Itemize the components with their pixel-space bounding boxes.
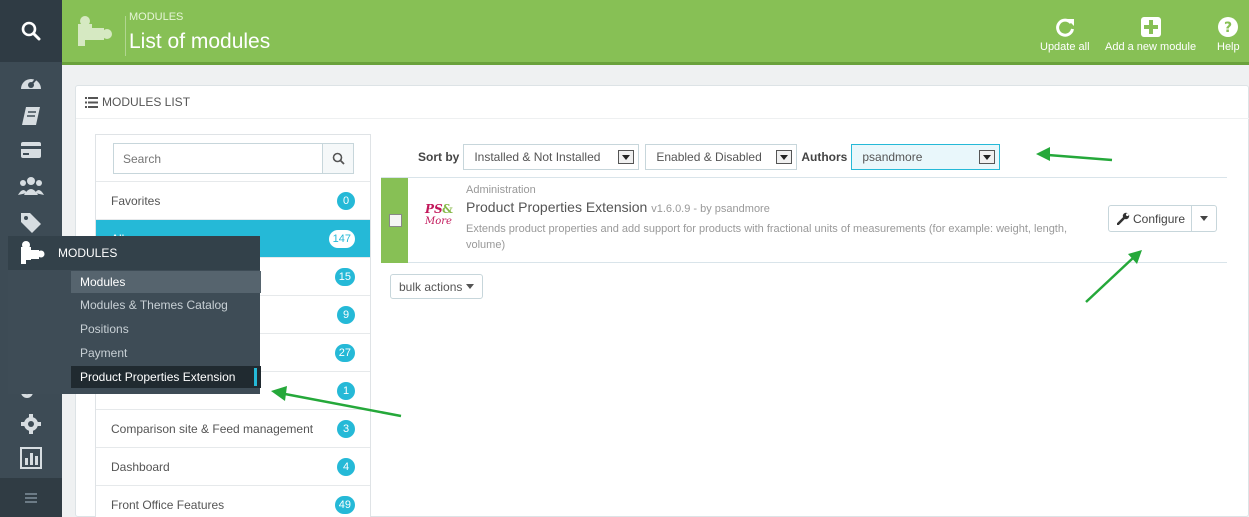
page-header: MODULES List of modules Update all Add a… bbox=[62, 0, 1249, 65]
count-badge: 49 bbox=[334, 496, 355, 514]
flyout-item-modules[interactable]: Modules bbox=[71, 271, 261, 293]
module-logo: PS & More bbox=[425, 202, 453, 227]
enabled-filter-select[interactable]: Enabled & Disabled bbox=[645, 144, 798, 170]
count-badge: 0 bbox=[337, 192, 355, 210]
svg-text:?: ? bbox=[1224, 20, 1232, 36]
sidebar-item-stats[interactable] bbox=[0, 440, 62, 476]
help-icon: ? bbox=[1218, 17, 1239, 37]
module-name: Product Properties Extension bbox=[466, 199, 648, 215]
users-icon bbox=[18, 177, 44, 195]
dropdown-arrow-icon bbox=[979, 150, 996, 164]
flyout-item-payment[interactable]: Payment bbox=[71, 342, 261, 364]
flyout-item-catalog[interactable]: Modules & Themes Catalog bbox=[71, 294, 261, 316]
menu-icon bbox=[25, 492, 37, 503]
configure-button-group: Configure bbox=[1108, 205, 1218, 232]
dashboard-icon bbox=[21, 78, 41, 89]
authors-filter-select[interactable]: psandmore bbox=[851, 144, 1001, 170]
dropdown-arrow-icon bbox=[618, 150, 635, 164]
list-icon bbox=[85, 96, 98, 108]
refresh-icon bbox=[1055, 18, 1074, 37]
category-search-input[interactable] bbox=[114, 144, 324, 173]
module-title: Product Properties Extension v1.6.0.9 - … bbox=[466, 199, 770, 215]
authors-label: Authors bbox=[801, 150, 848, 164]
category-search-button[interactable] bbox=[322, 144, 353, 173]
search-icon bbox=[21, 21, 41, 41]
installed-filter-value: Installed & Not Installed bbox=[474, 150, 601, 164]
count-badge: 15 bbox=[334, 268, 355, 286]
update-all-button[interactable]: Update all bbox=[1040, 16, 1090, 53]
count-badge: 3 bbox=[337, 420, 355, 438]
bulk-actions-button[interactable]: bulk actions bbox=[390, 274, 484, 299]
sidebar-item-price-rules[interactable] bbox=[0, 204, 62, 240]
add-module-button[interactable]: Add a new module bbox=[1105, 16, 1196, 53]
panel-heading-label: MODULES LIST bbox=[102, 95, 191, 109]
card-icon bbox=[21, 142, 41, 158]
authors-filter-value: psandmore bbox=[862, 150, 923, 164]
sidebar-item-administration[interactable] bbox=[0, 406, 62, 442]
count-badge: 4 bbox=[337, 458, 355, 476]
category-label: Dashboard bbox=[111, 459, 170, 474]
puzzle-icon bbox=[21, 241, 45, 266]
category-label: Favorites bbox=[111, 193, 161, 208]
count-badge: 147 bbox=[328, 230, 355, 248]
count-badge: 9 bbox=[337, 306, 355, 324]
flyout-title: MODULES bbox=[58, 246, 118, 260]
caret-down-icon bbox=[1200, 216, 1209, 221]
tags-icon bbox=[21, 213, 41, 233]
search-icon bbox=[332, 152, 345, 165]
module-row: PS & More Administration Product Properti… bbox=[381, 177, 1227, 263]
caret-down-icon bbox=[466, 284, 475, 289]
sidebar-item-dashboard[interactable] bbox=[0, 64, 62, 100]
page-title: List of modules bbox=[129, 30, 271, 53]
module-category: Administration bbox=[466, 184, 536, 196]
category-label: Front Office Features bbox=[111, 497, 225, 512]
enabled-filter-value: Enabled & Disabled bbox=[656, 150, 762, 164]
bar-chart-icon bbox=[20, 447, 42, 469]
count-badge: 1 bbox=[337, 382, 355, 400]
category-item[interactable]: Front Office Features 49 bbox=[96, 485, 370, 517]
bulk-actions-label: bulk actions bbox=[399, 279, 463, 294]
header-divider bbox=[125, 16, 126, 56]
module-description: Extends product properties and add suppo… bbox=[466, 223, 1068, 251]
gear-icon bbox=[21, 414, 41, 434]
sidebar-item-orders[interactable] bbox=[0, 98, 62, 134]
book-icon bbox=[22, 107, 40, 125]
sort-by-label: Sort by bbox=[418, 150, 460, 164]
count-badge: 27 bbox=[334, 344, 355, 362]
panel-heading: MODULES LIST bbox=[76, 86, 1249, 119]
module-checkbox[interactable] bbox=[389, 214, 402, 227]
category-search bbox=[113, 143, 354, 174]
flyout-header[interactable]: MODULES bbox=[8, 236, 260, 270]
installed-filter-select[interactable]: Installed & Not Installed bbox=[463, 144, 640, 170]
puzzle-icon bbox=[78, 16, 112, 48]
breadcrumb[interactable]: MODULES bbox=[129, 11, 183, 23]
flyout-item-product-properties[interactable]: Product Properties Extension bbox=[71, 366, 261, 388]
plus-square-icon bbox=[1140, 17, 1161, 37]
sidebar-item-customers[interactable] bbox=[0, 168, 62, 204]
category-label: Comparison site & Feed management bbox=[111, 421, 314, 436]
flyout-item-positions[interactable]: Positions bbox=[71, 318, 261, 340]
sidebar-item-catalog[interactable] bbox=[0, 132, 62, 168]
configure-button[interactable]: Configure bbox=[1109, 206, 1193, 231]
sort-bar: Sort by Installed & Not Installed Enable… bbox=[418, 143, 1006, 171]
help-button[interactable]: ? Help bbox=[1217, 16, 1240, 53]
dropdown-arrow-icon bbox=[776, 150, 793, 164]
module-version: v1.6.0.9 - by psandmore bbox=[651, 203, 770, 215]
category-item[interactable]: Comparison site & Feed management 3 bbox=[96, 409, 370, 447]
category-item[interactable]: Dashboard 4 bbox=[96, 447, 370, 485]
modules-flyout-menu: MODULES Modules Modules & Themes Catalog… bbox=[8, 236, 261, 394]
configure-dropdown-toggle[interactable] bbox=[1192, 206, 1216, 231]
category-item[interactable]: Favorites 0 bbox=[96, 181, 370, 219]
sidebar-search-button[interactable] bbox=[0, 0, 62, 62]
wrench-icon bbox=[1117, 212, 1130, 225]
sidebar-collapse-button[interactable] bbox=[0, 478, 62, 517]
